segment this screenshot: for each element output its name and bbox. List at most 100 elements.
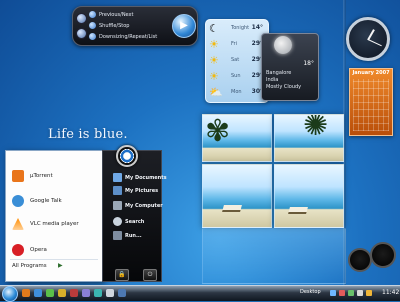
forecast-day: Sun [231, 73, 241, 79]
window-reflection [202, 228, 346, 284]
vlc-cone-icon [12, 218, 24, 230]
media-track-label: Previous/Next [99, 11, 134, 18]
quicklaunch-icon[interactable] [22, 289, 30, 297]
taskbar: Desktop 11:42 [0, 285, 400, 302]
menu-separator [10, 259, 98, 260]
program-item-google-talk[interactable]: Google Talk [12, 194, 98, 208]
forecast-row: ☾ Tonight 14° [209, 22, 265, 36]
beach-window-graphic: ✾ ✺ [202, 114, 344, 228]
link-my-pictures[interactable]: My Pictures [113, 186, 158, 195]
link-label: My Documents [125, 174, 167, 181]
link-my-documents[interactable]: My Documents [113, 173, 167, 182]
arrow-right-icon: ▶ [58, 262, 63, 269]
settings-icon[interactable] [76, 28, 87, 39]
lock-button[interactable]: 🔒 [115, 269, 129, 281]
media-track-label: Downsizing/Repeat/List [99, 33, 158, 40]
all-programs-button[interactable]: All Programs [12, 263, 47, 269]
sun-icon: ☀ [209, 70, 219, 83]
run-icon [113, 231, 122, 240]
moon-cloud-icon [274, 36, 292, 54]
weather-country: India [266, 77, 279, 83]
computer-icon [113, 201, 122, 210]
forecast-day: Fri [231, 41, 237, 47]
volume-icon[interactable] [76, 13, 87, 24]
tray-app-icon[interactable] [348, 290, 354, 296]
media-track-row[interactable]: Downsizing/Repeat/List [89, 33, 157, 40]
memory-gauge-icon [370, 242, 396, 268]
calendar-grid [353, 79, 389, 131]
power-button[interactable]: ⏻ [143, 269, 157, 281]
media-track-row[interactable]: Shuffle/Stop [89, 22, 129, 29]
search-icon [113, 217, 122, 226]
tray-app-icon[interactable] [366, 290, 372, 296]
user-avatar[interactable] [116, 145, 138, 167]
program-item-vlc[interactable]: VLC media player [12, 217, 98, 231]
media-player-gadget: Previous/Next Shuffle/Stop Downsizing/Re… [72, 6, 198, 46]
google-talk-icon [12, 195, 24, 207]
cpu-meter-gadget [348, 242, 396, 272]
link-search[interactable]: Search [113, 217, 144, 226]
link-label: My Computer [125, 202, 163, 209]
clock-gadget [346, 17, 390, 61]
link-label: My Pictures [125, 187, 159, 194]
forecast-row: ☀ Sat 29° [209, 54, 265, 68]
program-label: µTorrent [30, 173, 53, 179]
moon-cloud-icon: ☾ [209, 22, 219, 35]
play-button[interactable]: ▶ [172, 14, 196, 38]
utorrent-icon [12, 170, 24, 182]
forecast-row: ☀ Sun 29° [209, 70, 265, 84]
forecast-row: ⛅ Mon 30° [209, 86, 265, 100]
bullet-icon [89, 22, 96, 29]
quicklaunch-icon[interactable] [34, 289, 42, 297]
pictures-icon [113, 186, 122, 195]
window-pane [274, 164, 344, 228]
program-item-opera[interactable]: Opera [12, 243, 98, 257]
sun-cloud-icon: ⛅ [209, 86, 223, 99]
quicklaunch-icon[interactable] [94, 289, 102, 297]
forecast-day: Mon [231, 89, 242, 95]
program-label: Google Talk [30, 198, 62, 204]
weather-city: Bangalore [266, 70, 292, 76]
current-temp: 18° [303, 60, 314, 67]
cpu-gauge-icon [348, 248, 372, 272]
tray-volume-icon[interactable] [357, 290, 363, 296]
quicklaunch-icon[interactable] [106, 289, 114, 297]
forecast-day: Sat [231, 57, 240, 63]
start-menu: µTorrent Google Talk VLC media player Op… [5, 150, 167, 282]
quicklaunch-icon[interactable] [82, 289, 90, 297]
sun-icon: ☀ [209, 54, 219, 67]
bullet-icon [89, 33, 96, 40]
tray-network-icon[interactable] [330, 290, 336, 296]
window-pane: ✺ [274, 114, 344, 162]
opera-icon [12, 244, 24, 256]
window-pane: ✾ [202, 114, 272, 162]
tray-app-icon[interactable] [339, 290, 345, 296]
calendar-month: January 2007 [352, 70, 390, 76]
program-label: VLC media player [30, 221, 79, 227]
quicklaunch-icon[interactable] [118, 289, 126, 297]
forecast-day: Tonight [231, 25, 250, 31]
quicklaunch-icon[interactable] [70, 289, 78, 297]
window-pane [202, 164, 272, 228]
desktop-toolbar-label[interactable]: Desktop [300, 289, 321, 295]
link-my-computer[interactable]: My Computer [113, 201, 163, 210]
taskbar-clock[interactable]: 11:42 [382, 289, 399, 296]
quicklaunch-icon[interactable] [58, 289, 66, 297]
desktop-slogan: Life is blue. [48, 127, 128, 142]
folder-icon [113, 173, 122, 182]
forecast-temp: 14° [251, 24, 263, 31]
media-track-label: Shuffle/Stop [99, 22, 130, 29]
link-run[interactable]: Run... [113, 231, 142, 240]
forecast-row: ☀ Fri 29° [209, 38, 265, 52]
calendar-gadget: January 2007 [349, 68, 393, 136]
weather-forecast-gadget: ☾ Tonight 14° ☀ Fri 29° ☀ Sat 29° ☀ Sun … [205, 19, 269, 103]
quicklaunch-icon[interactable] [46, 289, 54, 297]
weather-condition: Mostly Cloudy [266, 84, 302, 90]
weather-location: Bangalore India Mostly Cloudy [266, 70, 301, 91]
program-item-utorrent[interactable]: µTorrent [12, 169, 98, 183]
media-track-row[interactable]: Previous/Next [89, 11, 133, 18]
start-menu-programs: µTorrent Google Talk VLC media player Op… [5, 150, 103, 282]
link-label: Search [125, 218, 145, 225]
sun-icon: ☀ [209, 38, 219, 51]
clock-minute-hand [367, 39, 382, 47]
